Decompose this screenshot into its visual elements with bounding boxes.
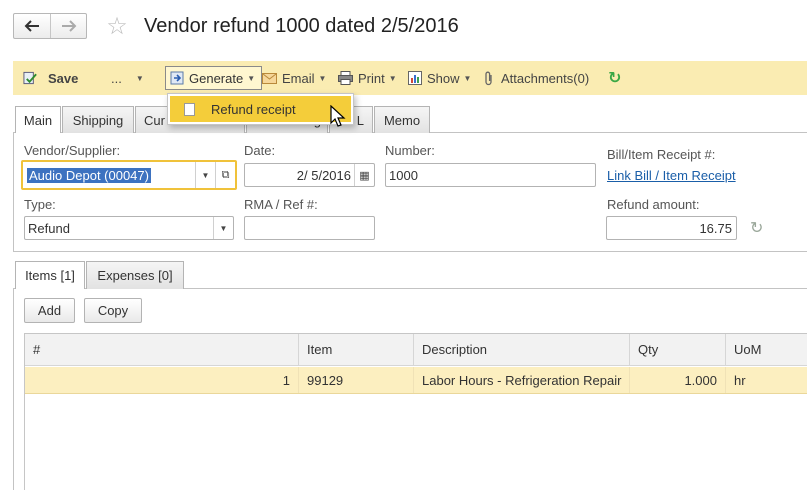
date-label: Date: (244, 143, 276, 158)
generate-menu: Refund receipt (167, 93, 354, 125)
show-button[interactable]: Show ▼ (407, 61, 471, 95)
recalculate-icon[interactable]: ↻ (750, 218, 763, 238)
rma-field[interactable] (244, 216, 375, 240)
refund-amount-label: Refund amount: (607, 197, 700, 212)
save-button[interactable]: Save (23, 61, 78, 95)
chevron-down-icon[interactable]: ▼ (213, 217, 233, 239)
column-header-item[interactable]: Item (299, 334, 414, 365)
link-bill-receipt[interactable]: Link Bill / Item Receipt (607, 168, 736, 183)
column-header-number[interactable]: # (25, 334, 299, 365)
tab-memo[interactable]: Memo (374, 106, 430, 133)
menu-item-refund-receipt[interactable]: Refund receipt (170, 96, 351, 122)
table-row[interactable]: 1 99129 Labor Hours - Refrigeration Repa… (25, 367, 807, 394)
column-header-uom[interactable]: UoM (726, 334, 807, 365)
vendor-label: Vendor/Supplier: (24, 143, 121, 158)
date-field[interactable]: 2/ 5/2016 ▦ (244, 163, 375, 187)
print-button[interactable]: Print ▼ (338, 61, 397, 95)
email-button[interactable]: Email ▼ (262, 61, 326, 95)
favorite-star-icon[interactable]: ☆ (103, 13, 131, 41)
attachments-button[interactable]: Attachments(0) (481, 61, 589, 95)
column-header-qty[interactable]: Qty (630, 334, 726, 365)
table-header: # Item Description Qty UoM (25, 334, 807, 366)
vendor-value: Audio Depot (00047) (27, 167, 151, 183)
type-select[interactable]: Refund ▼ (24, 216, 234, 240)
forward-button[interactable] (50, 14, 86, 38)
page-title: Vendor refund 1000 dated 2/5/2016 (144, 15, 459, 37)
column-header-description[interactable]: Description (414, 334, 630, 365)
chevron-down-icon: ▼ (463, 73, 472, 83)
report-icon (407, 71, 422, 86)
calendar-icon[interactable]: ▦ (354, 164, 374, 186)
cell-description[interactable]: Labor Hours - Refrigeration Repair (414, 367, 630, 393)
tab-main[interactable]: Main (15, 106, 61, 133)
back-button[interactable] (14, 14, 50, 38)
arrow-left-icon (24, 20, 39, 32)
history-nav (13, 13, 87, 39)
printer-icon (338, 71, 353, 86)
generate-icon (169, 71, 184, 86)
vendor-focus-ring: Audio Depot (00047) ▼ ⧉ (21, 160, 237, 190)
arrow-right-icon (61, 20, 76, 32)
items-table: # Item Description Qty UoM 1 99129 Labor… (24, 333, 807, 490)
save-icon (23, 71, 38, 86)
add-row-button[interactable]: Add (24, 298, 75, 323)
rma-label: RMA / Ref #: (244, 197, 318, 212)
refund-amount-field[interactable]: 16.75 (606, 216, 737, 240)
tab-shipping[interactable]: Shipping (62, 106, 134, 133)
items-panel (13, 288, 14, 490)
mouse-cursor-icon (330, 105, 346, 127)
chevron-down-icon: ▼ (388, 73, 397, 83)
document-icon (184, 102, 195, 116)
chevron-down-icon: ▼ (318, 73, 327, 83)
tab-expenses[interactable]: Expenses [0] (86, 261, 184, 289)
envelope-icon (262, 71, 277, 86)
chevron-down-icon[interactable]: ▼ (195, 162, 215, 188)
copy-row-button[interactable]: Copy (84, 298, 142, 323)
bill-receipt-label: Bill/Item Receipt #: (607, 147, 716, 162)
more-actions-button[interactable]: ... ▼ (111, 61, 144, 95)
chevron-down-icon: ▼ (135, 73, 144, 83)
cell-item[interactable]: 99129 (299, 367, 414, 393)
cell-uom[interactable]: hr (726, 367, 807, 393)
open-icon[interactable]: ⧉ (215, 162, 235, 188)
cell-qty[interactable]: 1.000 (630, 367, 726, 393)
command-toolbar: Save ... ▼ Generate ▼ Email ▼ Print ▼ Sh… (13, 61, 807, 95)
chevron-down-icon: ▼ (247, 73, 256, 83)
type-label: Type: (24, 197, 56, 212)
number-field[interactable]: 1000 (385, 163, 596, 187)
tab-items[interactable]: Items [1] (15, 261, 85, 289)
vendor-field[interactable]: Audio Depot (00047) ▼ ⧉ (23, 162, 235, 188)
number-label: Number: (385, 143, 435, 158)
refresh-button[interactable]: ↻ (608, 61, 621, 95)
paperclip-icon (481, 71, 496, 86)
refresh-icon: ↻ (608, 70, 622, 87)
generate-button[interactable]: Generate ▼ (165, 66, 263, 90)
cell-number[interactable]: 1 (25, 367, 299, 393)
